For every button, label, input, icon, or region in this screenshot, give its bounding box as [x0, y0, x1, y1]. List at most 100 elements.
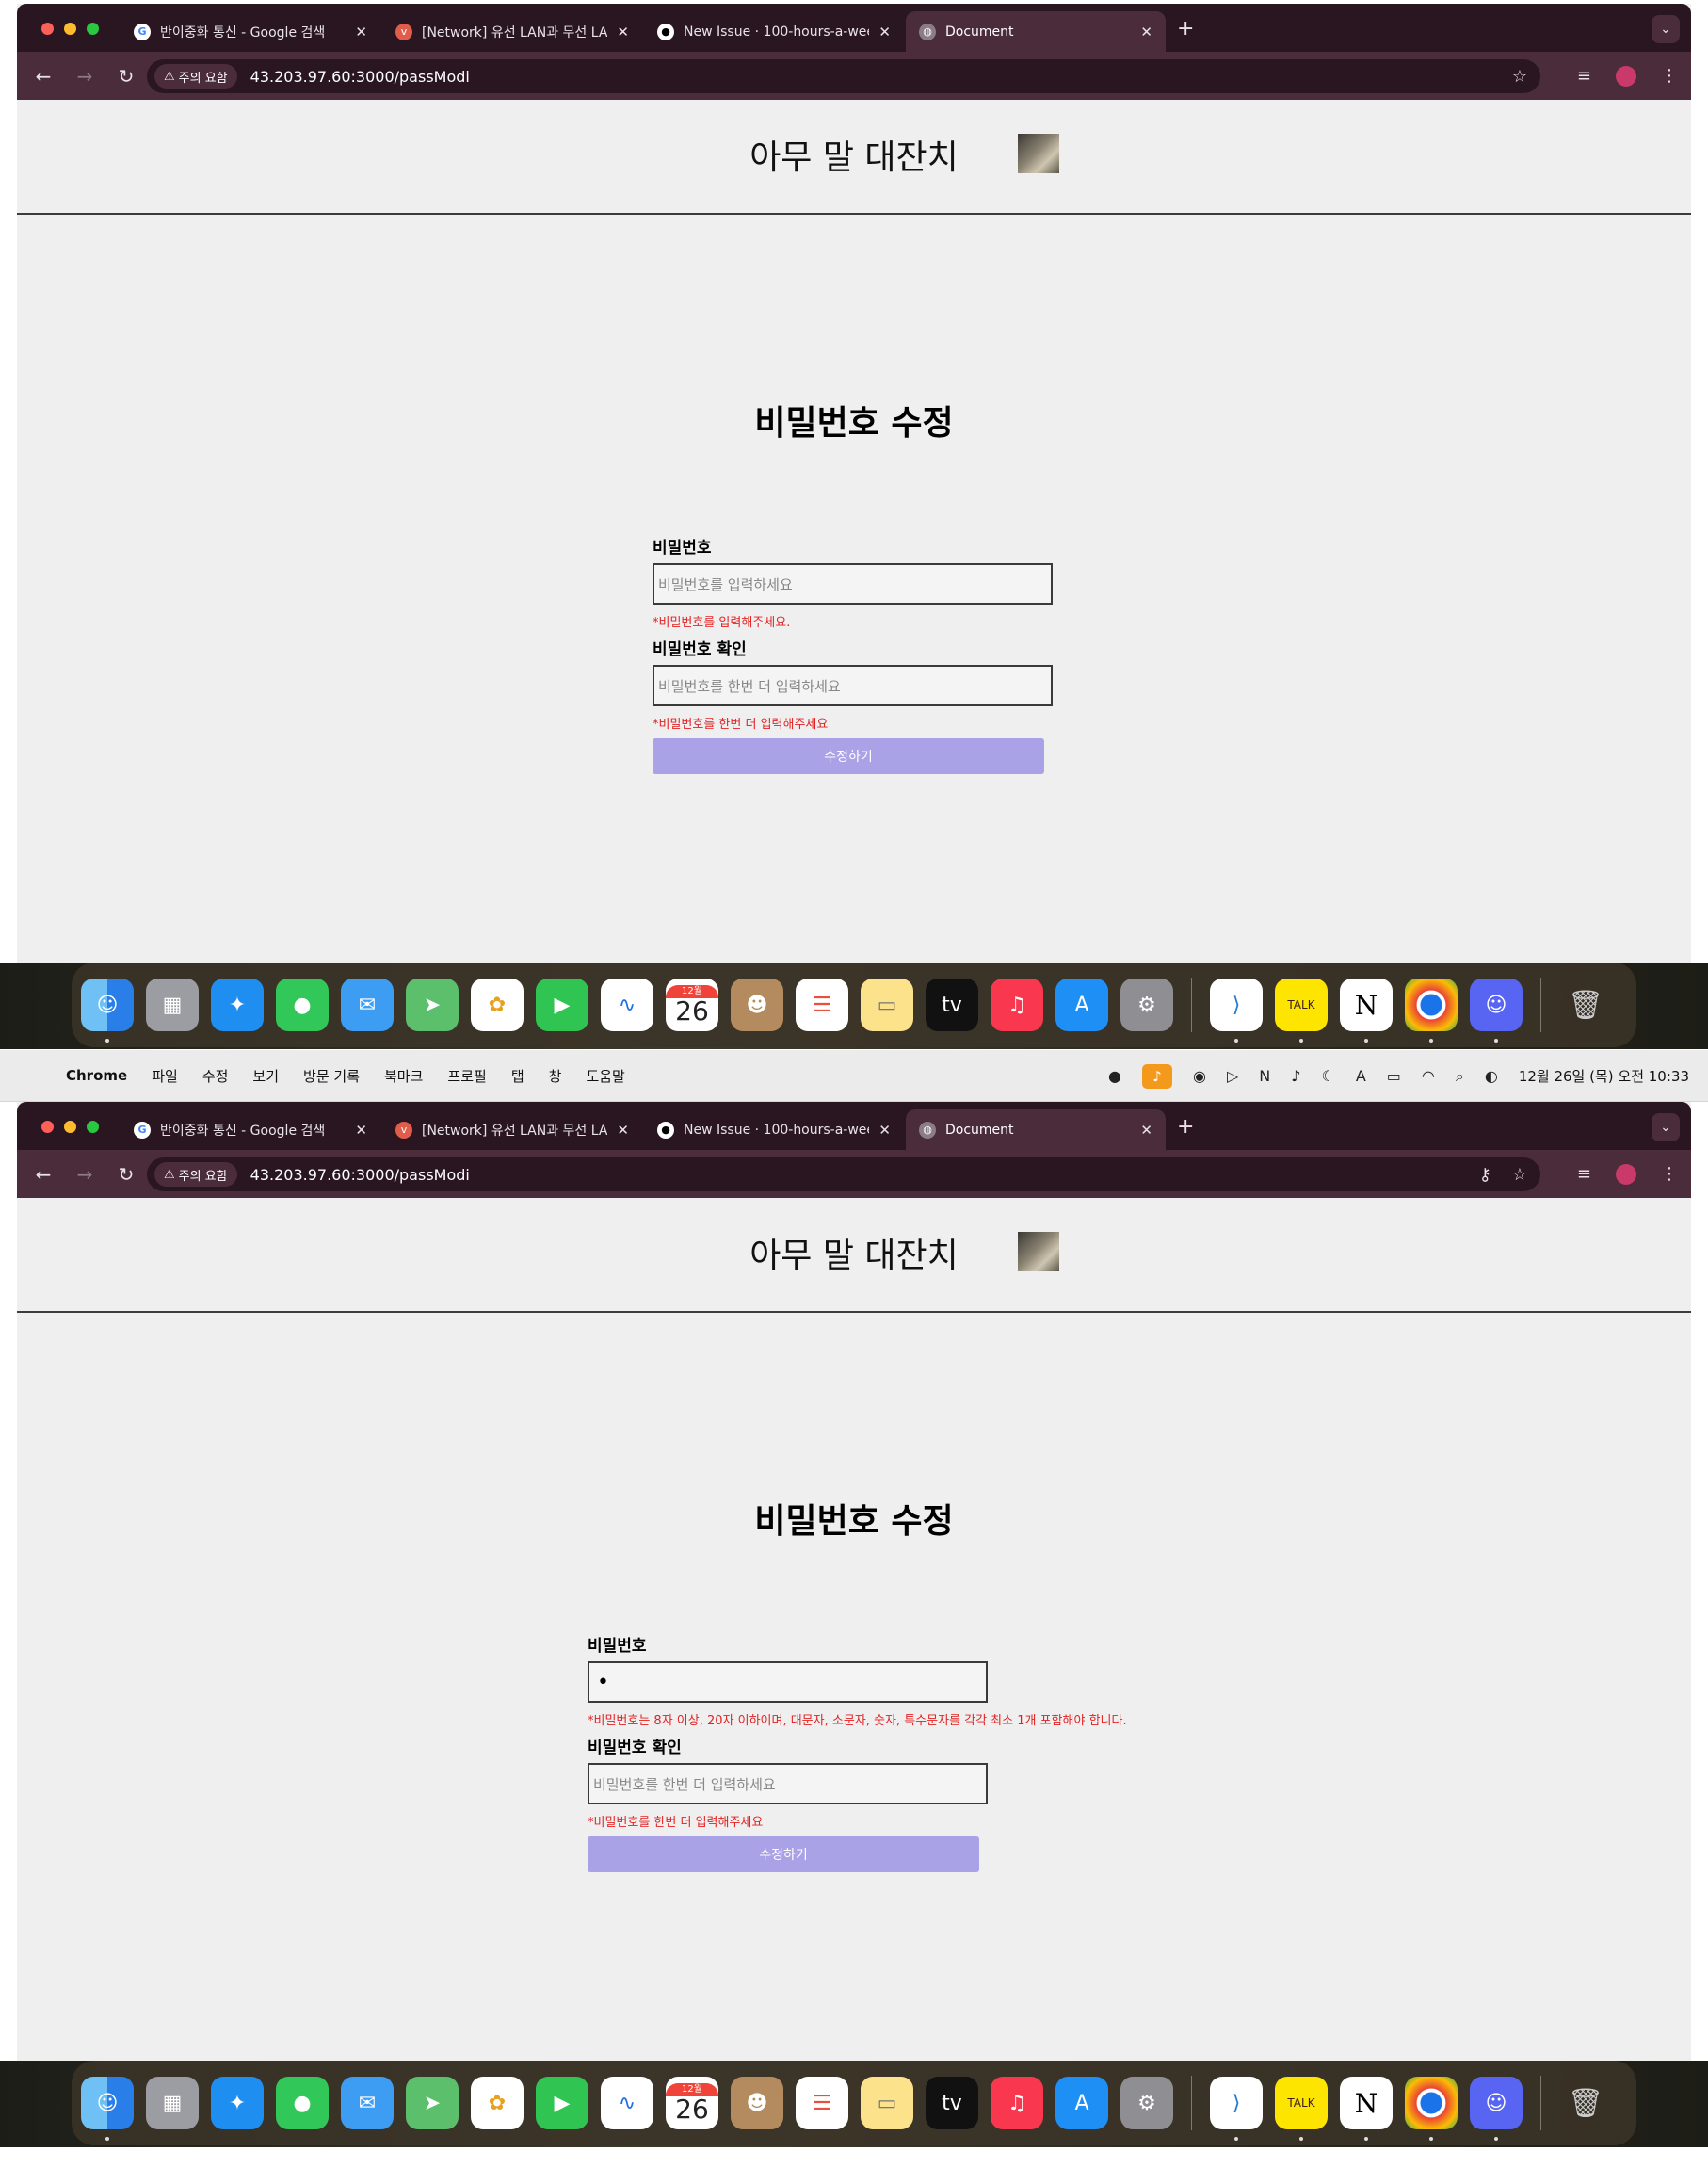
forward-button[interactable]: →: [64, 65, 105, 88]
trash-icon[interactable]: 🗑: [1559, 2077, 1612, 2129]
tab-document[interactable]: ◍ Document ✕: [906, 1109, 1166, 1150]
reload-button[interactable]: ↻: [105, 1163, 147, 1186]
tab-search-button[interactable]: ⌄: [1652, 1113, 1680, 1141]
confirm-password-input[interactable]: 비밀번호를 한번 더 입력하세요: [653, 665, 1053, 706]
profile-image[interactable]: [1018, 1232, 1059, 1271]
discord-icon[interactable]: ☺: [1470, 2077, 1523, 2141]
system-settings-icon[interactable]: ⚙: [1120, 979, 1173, 1031]
app-store-icon[interactable]: A: [1055, 979, 1108, 1031]
minimize-window-button[interactable]: [64, 23, 76, 35]
menu-tab[interactable]: 탭: [511, 1066, 524, 1086]
menu-profiles[interactable]: 프로필: [447, 1066, 486, 1086]
profile-avatar[interactable]: [1616, 1163, 1636, 1185]
mail-icon[interactable]: ✉: [341, 2077, 394, 2129]
chrome-icon[interactable]: [1405, 2077, 1458, 2141]
play-icon[interactable]: ▷: [1227, 1067, 1238, 1085]
menu-app-name[interactable]: Chrome: [66, 1067, 127, 1084]
submit-button[interactable]: 수정하기: [588, 1836, 979, 1872]
close-icon[interactable]: ✕: [878, 1122, 891, 1139]
reminders-icon[interactable]: ☰: [796, 979, 848, 1031]
tab-document[interactable]: ◍ Document ✕: [906, 11, 1166, 52]
tab-google-search[interactable]: G 반이중화 통신 - Google 검색 ✕: [121, 1109, 380, 1150]
calendar-icon[interactable]: 12월 26: [666, 2077, 718, 2129]
app-store-icon[interactable]: A: [1055, 2077, 1108, 2129]
password-input[interactable]: •: [588, 1661, 988, 1703]
minimize-window-button[interactable]: [64, 1121, 76, 1133]
back-button[interactable]: ←: [23, 65, 64, 88]
close-icon[interactable]: ✕: [355, 1122, 367, 1139]
facetime-icon[interactable]: ▶: [536, 2077, 588, 2129]
freeform-icon[interactable]: ∿: [601, 2077, 653, 2129]
new-tab-button[interactable]: +: [1177, 1115, 1194, 1139]
finder-icon[interactable]: ☺: [81, 979, 134, 1043]
tab-github[interactable]: ● New Issue · 100-hours-a-week ✕: [644, 11, 904, 52]
music-icon[interactable]: ♫: [991, 979, 1043, 1031]
maximize-window-button[interactable]: [87, 1121, 99, 1133]
close-icon[interactable]: ✕: [1140, 24, 1152, 40]
kakaotalk-icon[interactable]: TALK: [1275, 979, 1328, 1043]
wifi-icon[interactable]: ◠: [1422, 1067, 1435, 1085]
maps-icon[interactable]: ➤: [406, 2077, 459, 2129]
messages-icon[interactable]: ●: [276, 2077, 329, 2129]
media-control-icon[interactable]: ≡: [1577, 66, 1591, 86]
menu-file[interactable]: 파일: [152, 1066, 178, 1086]
menu-view[interactable]: 보기: [252, 1066, 279, 1086]
back-button[interactable]: ←: [23, 1163, 64, 1186]
system-settings-icon[interactable]: ⚙: [1120, 2077, 1173, 2129]
tab-github[interactable]: ● New Issue · 100-hours-a-week ✕: [644, 1109, 904, 1150]
moon-icon[interactable]: ☾: [1321, 1067, 1334, 1085]
facetime-icon[interactable]: ▶: [536, 979, 588, 1031]
menu-help[interactable]: 도움말: [586, 1066, 624, 1086]
kakaotalk-icon[interactable]: TALK: [1275, 2077, 1328, 2141]
launchpad-icon[interactable]: ▦: [146, 979, 199, 1031]
menu-window[interactable]: 창: [549, 1066, 562, 1086]
reload-button[interactable]: ↻: [105, 65, 147, 88]
music-icon[interactable]: ♫: [991, 2077, 1043, 2129]
safari-icon[interactable]: ✦: [211, 979, 264, 1031]
address-bar[interactable]: ⚠ 주의 요함 43.203.97.60:3000/passModi ⚷ ☆: [147, 1157, 1540, 1191]
discord-icon[interactable]: ☺: [1470, 979, 1523, 1043]
notes-icon[interactable]: ▭: [861, 979, 913, 1031]
close-icon[interactable]: ✕: [1140, 1122, 1152, 1139]
messages-icon[interactable]: ●: [276, 979, 329, 1031]
photos-icon[interactable]: ✿: [471, 2077, 524, 2129]
profile-avatar[interactable]: [1616, 65, 1636, 87]
tab-google-search[interactable]: G 반이중화 통신 - Google 검색 ✕: [121, 11, 380, 52]
menu-bookmarks[interactable]: 북마크: [384, 1066, 423, 1086]
apple-tv-icon[interactable]: tv: [926, 2077, 978, 2129]
security-warning-chip[interactable]: ⚠ 주의 요함: [154, 1162, 237, 1187]
control-center-icon[interactable]: ◐: [1485, 1067, 1498, 1085]
security-warning-chip[interactable]: ⚠ 주의 요함: [154, 64, 237, 89]
recording-dot-icon[interactable]: ●: [1108, 1067, 1121, 1085]
trash-icon[interactable]: 🗑: [1559, 979, 1612, 1031]
apple-tv-icon[interactable]: tv: [926, 979, 978, 1031]
notes-icon[interactable]: ▭: [861, 2077, 913, 2129]
freeform-icon[interactable]: ∿: [601, 979, 653, 1031]
bookmark-star-icon[interactable]: ☆: [1512, 1165, 1527, 1185]
key-icon[interactable]: ⚷: [1479, 1165, 1491, 1185]
microphone-icon[interactable]: ♪: [1142, 1063, 1173, 1089]
reminders-icon[interactable]: ☰: [796, 2077, 848, 2129]
contacts-icon[interactable]: ☻: [731, 2077, 783, 2129]
close-icon[interactable]: ✕: [617, 1122, 629, 1139]
finder-icon[interactable]: ☺: [81, 2077, 134, 2141]
safari-icon[interactable]: ✦: [211, 2077, 264, 2129]
volume-icon[interactable]: ♪: [1291, 1067, 1300, 1085]
close-window-button[interactable]: [41, 1121, 54, 1133]
profile-image[interactable]: [1018, 134, 1059, 173]
launchpad-icon[interactable]: ▦: [146, 2077, 199, 2129]
menu-history[interactable]: 방문 기록: [303, 1066, 360, 1086]
input-source-icon[interactable]: A: [1356, 1067, 1366, 1085]
menubar-clock[interactable]: 12월 26일 (목) 오전 10:33: [1519, 1066, 1689, 1086]
bookmark-star-icon[interactable]: ☆: [1512, 67, 1527, 87]
calendar-icon[interactable]: 12월 26: [666, 979, 718, 1031]
battery-icon[interactable]: ▭: [1387, 1067, 1401, 1085]
notion-menubar-icon[interactable]: N: [1259, 1067, 1270, 1085]
tab-search-button[interactable]: ⌄: [1652, 15, 1680, 43]
media-control-icon[interactable]: ≡: [1577, 1164, 1591, 1184]
new-tab-button[interactable]: +: [1177, 17, 1194, 40]
menu-kebab-icon[interactable]: ⋮: [1661, 1164, 1678, 1184]
close-icon[interactable]: ✕: [355, 24, 367, 40]
confirm-password-input[interactable]: 비밀번호를 한번 더 입력하세요: [588, 1763, 988, 1804]
address-bar[interactable]: ⚠ 주의 요함 43.203.97.60:3000/passModi ☆: [147, 59, 1540, 93]
